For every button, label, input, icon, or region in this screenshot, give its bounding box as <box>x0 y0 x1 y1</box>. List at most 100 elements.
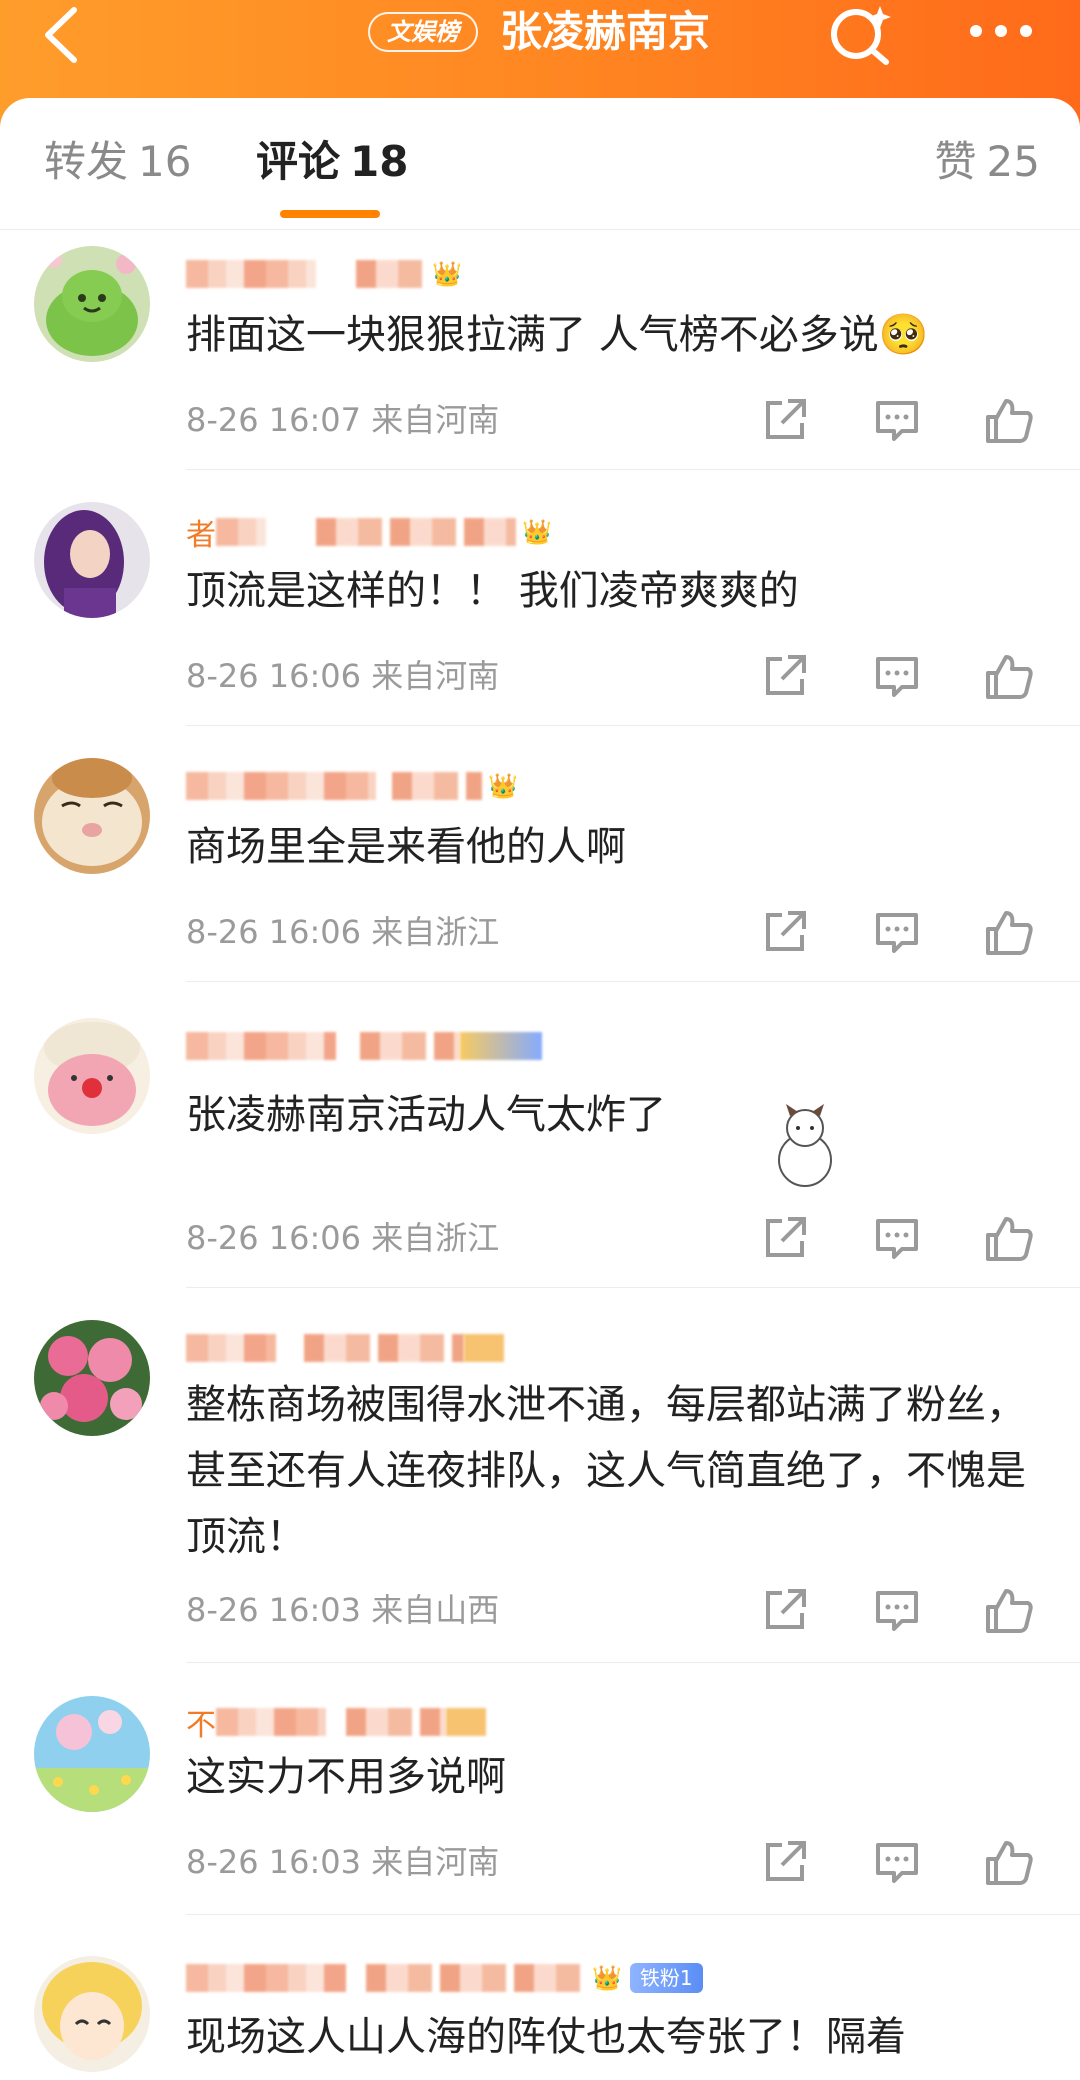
redacted-badge <box>464 1334 504 1362</box>
redacted-username <box>346 1708 446 1736</box>
comment-time: 8-26 16:06 <box>186 913 362 951</box>
like-button[interactable] <box>984 907 1034 957</box>
anime-girl-avatar <box>34 1956 150 2072</box>
vip-icon: 👑 <box>592 1964 622 1992</box>
avatar[interactable] <box>34 1320 150 1436</box>
comment-text: 整栋商场被围得水泄不通，每层都站满了粉丝，甚至还有人连夜排队，这人气简直绝了，不… <box>186 1382 1026 1560</box>
more-horizontal-icon <box>970 25 1032 37</box>
divider <box>186 469 1080 470</box>
avatar[interactable] <box>34 502 150 618</box>
thumbs-up-icon <box>986 1589 1033 1633</box>
comment-meta: 8-26 16:07 来自河南 <box>186 400 499 440</box>
like-button[interactable] <box>984 395 1034 445</box>
cat-face-avatar <box>34 758 150 874</box>
avatar[interactable] <box>34 758 150 874</box>
search-button[interactable] <box>828 4 894 66</box>
share-icon <box>766 655 806 695</box>
comment-location: 来自河南 <box>371 657 500 695</box>
share-button[interactable] <box>760 907 810 957</box>
reply-button[interactable] <box>872 907 922 957</box>
vip-icon: 👑 <box>488 772 518 800</box>
reply-button[interactable] <box>872 1585 922 1635</box>
username[interactable]: 👑 <box>186 766 518 806</box>
comment-meta: 8-26 16:06 来自河南 <box>186 656 499 696</box>
redacted-username <box>216 518 266 546</box>
redacted-badge <box>460 1032 542 1060</box>
comment-time: 8-26 16:03 <box>186 1843 362 1881</box>
like-button[interactable] <box>984 651 1034 701</box>
comment-location: 来自河南 <box>371 401 500 439</box>
like-button[interactable] <box>984 1213 1034 1263</box>
username[interactable]: 👑 <box>186 254 462 294</box>
share-icon <box>766 911 806 951</box>
tab-repost-label: 转发 <box>44 137 129 186</box>
comment-bubble-icon <box>876 1219 918 1259</box>
comment-body: 排面这一块狠狠拉满了 人气榜不必多说 <box>186 312 879 358</box>
share-button[interactable] <box>760 395 810 445</box>
divider <box>186 981 1080 982</box>
redacted-username <box>366 1964 586 1992</box>
comment-text: 张凌赫南京活动人气太炸了 <box>186 1092 666 1138</box>
comment-bubble-icon <box>876 657 918 697</box>
purple-hair-girl-avatar <box>34 502 150 618</box>
like-button[interactable] <box>984 1837 1034 1887</box>
redacted-username <box>186 260 316 288</box>
username-prefix: 者 <box>186 518 216 553</box>
redacted-username <box>186 1032 336 1060</box>
username[interactable] <box>186 1026 542 1066</box>
comment-bubble-icon <box>876 1843 918 1883</box>
username[interactable]: 者 👑 <box>186 512 552 553</box>
comment-meta: 8-26 16:06 来自浙江 <box>186 912 499 952</box>
tab-repost[interactable]: 转发 16 <box>44 136 191 188</box>
share-icon <box>766 1589 806 1629</box>
vip-icon: 👑 <box>432 260 462 288</box>
username[interactable] <box>186 1328 504 1368</box>
back-button[interactable] <box>36 4 86 66</box>
username-prefix: 不 <box>186 1708 216 1743</box>
pink-blob-avatar <box>34 1018 150 1134</box>
comment-time: 8-26 16:06 <box>186 1219 362 1257</box>
comment-text: 排面这一块狠狠拉满了 人气榜不必多说🥺 <box>186 302 1046 368</box>
username[interactable]: 不 <box>186 1702 486 1743</box>
tab-like[interactable]: 赞 25 <box>935 136 1040 188</box>
tab-comment[interactable]: 评论 18 <box>256 136 408 188</box>
share-button[interactable] <box>760 651 810 701</box>
thumbs-up-icon <box>986 1841 1033 1885</box>
avatar[interactable] <box>34 1956 150 2072</box>
thumbs-up-icon <box>986 399 1033 443</box>
more-button[interactable] <box>966 16 1036 46</box>
share-button[interactable] <box>760 1837 810 1887</box>
active-tab-indicator <box>280 210 380 218</box>
reply-button[interactable] <box>872 1837 922 1887</box>
avatar[interactable] <box>34 246 150 362</box>
fan-badge: 铁粉1 <box>629 1963 703 1993</box>
tab-comment-label: 评论 <box>256 137 341 186</box>
chevron-left-icon <box>45 7 77 63</box>
vip-icon: 👑 <box>522 518 552 546</box>
like-button[interactable] <box>984 1585 1034 1635</box>
avatar[interactable] <box>34 1696 150 1812</box>
comment-bubble-icon <box>876 1591 918 1631</box>
reply-button[interactable] <box>872 1213 922 1263</box>
comment-text: 商场里全是来看他的人啊 <box>186 824 626 870</box>
reply-button[interactable] <box>872 395 922 445</box>
thumbs-up-icon <box>986 911 1033 955</box>
comment-location: 来自河南 <box>371 1843 500 1881</box>
divider <box>186 1914 1080 1915</box>
redacted-username <box>356 260 426 288</box>
topic-badge[interactable]: 文娱榜 <box>368 12 478 52</box>
share-button[interactable] <box>760 1585 810 1635</box>
username[interactable]: 👑 铁粉1 <box>186 1958 703 1998</box>
comment-bubble-icon <box>876 913 918 953</box>
reply-button[interactable] <box>872 651 922 701</box>
tab-bar: 转发 16 评论 18 赞 25 <box>0 98 1080 230</box>
avatar[interactable] <box>34 1018 150 1134</box>
cat-sticker-icon <box>770 1100 840 1190</box>
share-button[interactable] <box>760 1213 810 1263</box>
comment-text: 这实力不用多说啊 <box>186 1754 506 1800</box>
green-frog-avatar <box>34 246 150 362</box>
comment-location: 来自山西 <box>371 1591 500 1629</box>
comment-location: 来自浙江 <box>371 913 500 951</box>
redacted-username <box>360 1032 460 1060</box>
page-title: 张凌赫南京 <box>500 7 711 56</box>
